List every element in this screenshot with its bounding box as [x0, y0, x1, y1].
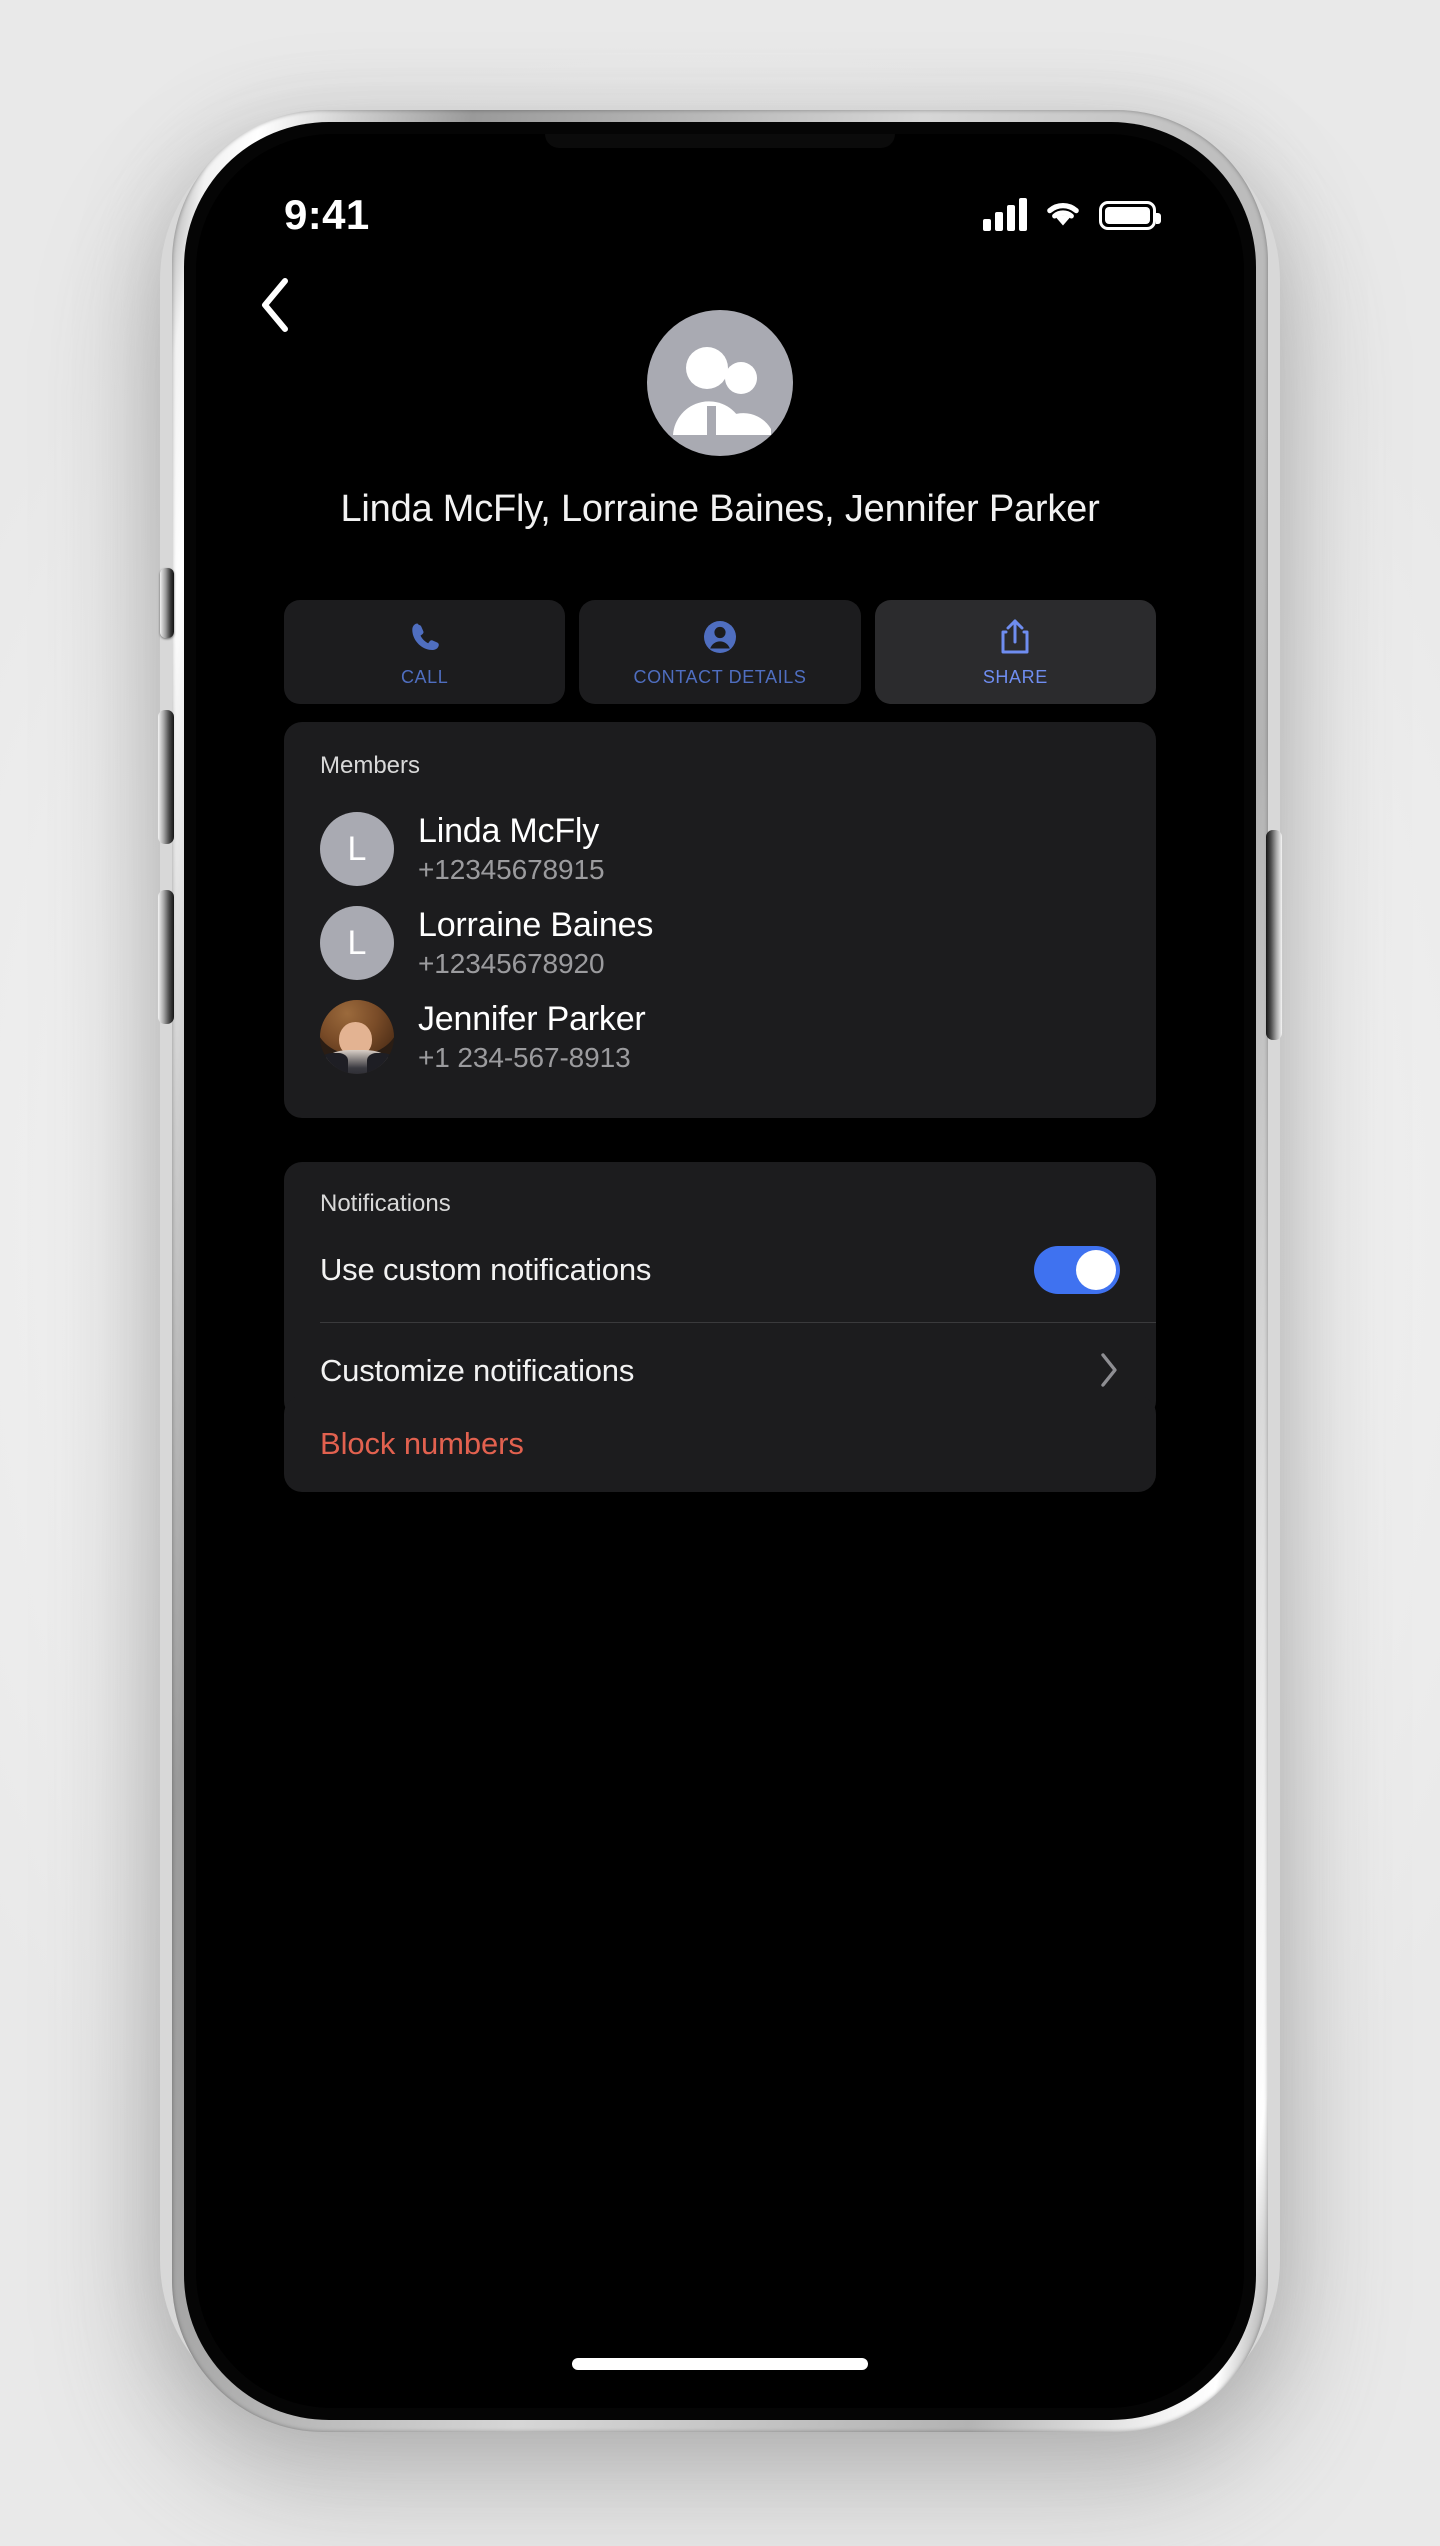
use-custom-notifications-toggle[interactable]: [1034, 1246, 1120, 1294]
avatar-photo: [320, 1000, 394, 1074]
member-row[interactable]: Jennifer Parker +1 234-567-8913: [284, 990, 1156, 1084]
phone-power-button[interactable]: [1266, 830, 1282, 1040]
person-icon: [702, 617, 738, 657]
phone-volume-up-button[interactable]: [158, 710, 174, 844]
block-numbers-card[interactable]: Block numbers: [284, 1396, 1156, 1492]
phone-screen: 9:41 Linda McFly, Lorraine Baines, Jenni…: [196, 134, 1244, 2408]
status-bar: 9:41: [196, 182, 1244, 248]
group-people-avatar-icon: [673, 347, 771, 436]
member-phone: +12345678920: [418, 948, 605, 979]
notifications-section-title: Notifications: [320, 1190, 451, 1217]
members-section-title: Members: [320, 752, 421, 779]
phone-volume-down-button[interactable]: [158, 890, 174, 1024]
group-avatar[interactable]: [647, 310, 793, 456]
status-bar-icons: [983, 198, 1161, 232]
member-row[interactable]: L Linda McFly +12345678915: [284, 802, 1156, 896]
call-button[interactable]: CALL: [284, 600, 566, 704]
member-phone: +1 234-567-8913: [418, 1042, 631, 1073]
member-row[interactable]: L Lorraine Baines +12345678920: [284, 896, 1156, 990]
customize-notifications-label: Customize notifications: [320, 1353, 635, 1388]
member-info: Linda McFly +12345678915: [418, 812, 605, 886]
share-button[interactable]: SHARE: [874, 600, 1156, 704]
phone-notch: [545, 134, 895, 148]
battery-full-icon: [1099, 200, 1161, 230]
member-info: Jennifer Parker +1 234-567-8913: [418, 1000, 646, 1074]
group-header: Linda McFly, Lorraine Baines, Jennifer P…: [196, 310, 1244, 531]
wifi-icon: [1044, 198, 1082, 232]
group-title: Linda McFly, Lorraine Baines, Jennifer P…: [340, 488, 1100, 530]
member-phone: +12345678915: [418, 854, 605, 885]
action-button-row: CALL CONTACT DETAILS SHARE: [284, 600, 1156, 704]
cellular-signal-icon: [983, 198, 1027, 231]
member-name: Linda McFly: [418, 812, 600, 850]
phone-icon: [407, 617, 443, 657]
call-button-label: CALL: [400, 666, 449, 687]
phone-mute-switch[interactable]: [160, 568, 174, 638]
home-indicator[interactable]: [572, 2358, 868, 2370]
members-list: L Linda McFly +12345678915 L Lorraine Ba…: [284, 802, 1156, 1084]
contact-details-button-label: CONTACT DETAILS: [633, 666, 807, 687]
members-card: Members L Linda McFly +12345678915 L Lor…: [284, 722, 1156, 1118]
use-custom-notifications-row[interactable]: Use custom notifications: [284, 1218, 1156, 1322]
avatar-initial: L: [347, 829, 367, 868]
toggle-knob: [1076, 1250, 1116, 1290]
avatar: L: [320, 812, 394, 886]
block-numbers-label: Block numbers: [320, 1426, 524, 1461]
use-custom-notifications-label: Use custom notifications: [320, 1252, 652, 1287]
notifications-section-title-wrap: Notifications: [284, 1162, 1156, 1218]
share-button-label: SHARE: [982, 666, 1048, 687]
contact-details-button[interactable]: CONTACT DETAILS: [579, 600, 861, 704]
status-bar-time: 9:41: [284, 191, 370, 238]
member-info: Lorraine Baines +12345678920: [418, 906, 653, 980]
member-name: Jennifer Parker: [418, 1000, 646, 1038]
member-name: Lorraine Baines: [418, 906, 654, 944]
notifications-card: Notifications Use custom notifications C…: [284, 1162, 1156, 1419]
avatar: L: [320, 906, 394, 980]
share-icon: [999, 617, 1031, 657]
chevron-right-icon: [1098, 1351, 1120, 1392]
avatar-initial: L: [347, 923, 367, 962]
